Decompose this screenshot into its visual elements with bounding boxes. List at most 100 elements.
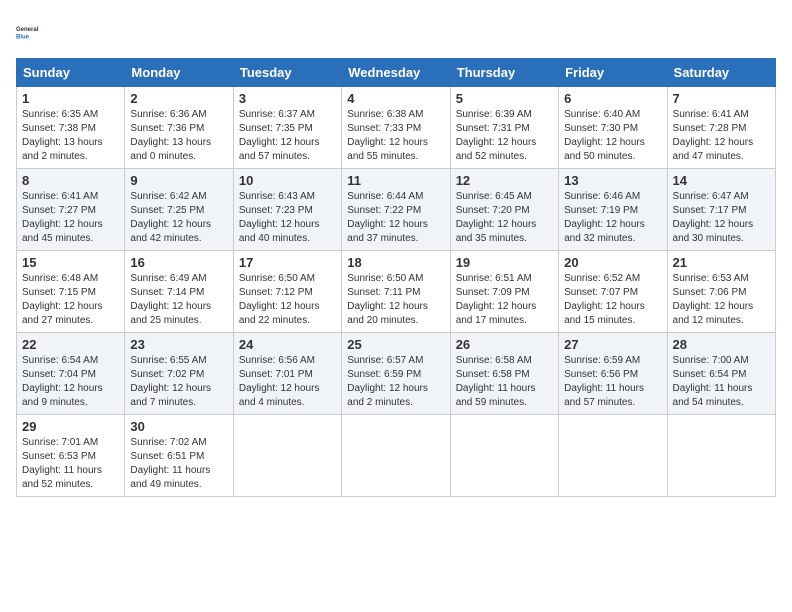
calendar-cell: 19 Sunrise: 6:51 AM Sunset: 7:09 PM Dayl… [450,251,558,333]
day-number: 4 [347,91,444,106]
day-number: 24 [239,337,336,352]
day-number: 25 [347,337,444,352]
calendar-cell: 11 Sunrise: 6:44 AM Sunset: 7:22 PM Dayl… [342,169,450,251]
day-info: Sunrise: 6:52 AM Sunset: 7:07 PM Dayligh… [564,273,645,326]
week-row-2: 8 Sunrise: 6:41 AM Sunset: 7:27 PM Dayli… [17,169,776,251]
day-number: 19 [456,255,553,270]
day-info: Sunrise: 6:50 AM Sunset: 7:11 PM Dayligh… [347,273,428,326]
logo-icon: GeneralBlue [16,16,48,48]
calendar-cell: 15 Sunrise: 6:48 AM Sunset: 7:15 PM Dayl… [17,251,125,333]
day-info: Sunrise: 6:37 AM Sunset: 7:35 PM Dayligh… [239,109,320,162]
calendar-cell: 5 Sunrise: 6:39 AM Sunset: 7:31 PM Dayli… [450,87,558,169]
week-row-1: 1 Sunrise: 6:35 AM Sunset: 7:38 PM Dayli… [17,87,776,169]
day-number: 9 [130,173,227,188]
calendar-cell: 7 Sunrise: 6:41 AM Sunset: 7:28 PM Dayli… [667,87,775,169]
calendar-cell: 27 Sunrise: 6:59 AM Sunset: 6:56 PM Dayl… [559,333,667,415]
calendar-cell: 21 Sunrise: 6:53 AM Sunset: 7:06 PM Dayl… [667,251,775,333]
day-info: Sunrise: 6:40 AM Sunset: 7:30 PM Dayligh… [564,109,645,162]
day-number: 20 [564,255,661,270]
calendar-cell [342,415,450,497]
calendar-cell: 28 Sunrise: 7:00 AM Sunset: 6:54 PM Dayl… [667,333,775,415]
calendar-cell: 23 Sunrise: 6:55 AM Sunset: 7:02 PM Dayl… [125,333,233,415]
day-info: Sunrise: 7:02 AM Sunset: 6:51 PM Dayligh… [130,437,210,490]
calendar-cell: 20 Sunrise: 6:52 AM Sunset: 7:07 PM Dayl… [559,251,667,333]
day-number: 14 [673,173,770,188]
day-number: 8 [22,173,119,188]
calendar-cell: 29 Sunrise: 7:01 AM Sunset: 6:53 PM Dayl… [17,415,125,497]
day-info: Sunrise: 6:43 AM Sunset: 7:23 PM Dayligh… [239,191,320,244]
day-number: 11 [347,173,444,188]
day-number: 18 [347,255,444,270]
day-info: Sunrise: 6:44 AM Sunset: 7:22 PM Dayligh… [347,191,428,244]
day-info: Sunrise: 6:59 AM Sunset: 6:56 PM Dayligh… [564,355,644,408]
day-number: 12 [456,173,553,188]
calendar-cell: 13 Sunrise: 6:46 AM Sunset: 7:19 PM Dayl… [559,169,667,251]
column-header-tuesday: Tuesday [233,59,341,87]
column-header-monday: Monday [125,59,233,87]
day-info: Sunrise: 6:45 AM Sunset: 7:20 PM Dayligh… [456,191,537,244]
day-number: 7 [673,91,770,106]
calendar-cell: 18 Sunrise: 6:50 AM Sunset: 7:11 PM Dayl… [342,251,450,333]
day-info: Sunrise: 6:57 AM Sunset: 6:59 PM Dayligh… [347,355,428,408]
calendar-cell: 26 Sunrise: 6:58 AM Sunset: 6:58 PM Dayl… [450,333,558,415]
day-info: Sunrise: 6:55 AM Sunset: 7:02 PM Dayligh… [130,355,211,408]
day-info: Sunrise: 6:36 AM Sunset: 7:36 PM Dayligh… [130,109,211,162]
calendar-cell: 4 Sunrise: 6:38 AM Sunset: 7:33 PM Dayli… [342,87,450,169]
day-info: Sunrise: 6:47 AM Sunset: 7:17 PM Dayligh… [673,191,754,244]
day-info: Sunrise: 7:01 AM Sunset: 6:53 PM Dayligh… [22,437,102,490]
calendar-cell [667,415,775,497]
calendar-cell: 25 Sunrise: 6:57 AM Sunset: 6:59 PM Dayl… [342,333,450,415]
calendar-cell: 24 Sunrise: 6:56 AM Sunset: 7:01 PM Dayl… [233,333,341,415]
day-number: 10 [239,173,336,188]
day-info: Sunrise: 6:46 AM Sunset: 7:19 PM Dayligh… [564,191,645,244]
calendar-table: SundayMondayTuesdayWednesdayThursdayFrid… [16,58,776,497]
day-info: Sunrise: 6:39 AM Sunset: 7:31 PM Dayligh… [456,109,537,162]
calendar-cell: 10 Sunrise: 6:43 AM Sunset: 7:23 PM Dayl… [233,169,341,251]
calendar-cell: 9 Sunrise: 6:42 AM Sunset: 7:25 PM Dayli… [125,169,233,251]
day-info: Sunrise: 6:58 AM Sunset: 6:58 PM Dayligh… [456,355,536,408]
day-number: 13 [564,173,661,188]
calendar-cell [233,415,341,497]
calendar-cell: 22 Sunrise: 6:54 AM Sunset: 7:04 PM Dayl… [17,333,125,415]
logo: GeneralBlue [16,16,48,48]
calendar-cell: 8 Sunrise: 6:41 AM Sunset: 7:27 PM Dayli… [17,169,125,251]
day-info: Sunrise: 6:50 AM Sunset: 7:12 PM Dayligh… [239,273,320,326]
day-info: Sunrise: 6:53 AM Sunset: 7:06 PM Dayligh… [673,273,754,326]
day-number: 27 [564,337,661,352]
column-header-wednesday: Wednesday [342,59,450,87]
header: GeneralBlue [16,16,776,48]
calendar-cell: 6 Sunrise: 6:40 AM Sunset: 7:30 PM Dayli… [559,87,667,169]
day-number: 15 [22,255,119,270]
day-info: Sunrise: 6:49 AM Sunset: 7:14 PM Dayligh… [130,273,211,326]
day-info: Sunrise: 6:56 AM Sunset: 7:01 PM Dayligh… [239,355,320,408]
day-number: 23 [130,337,227,352]
day-number: 28 [673,337,770,352]
day-number: 5 [456,91,553,106]
day-info: Sunrise: 6:51 AM Sunset: 7:09 PM Dayligh… [456,273,537,326]
week-row-3: 15 Sunrise: 6:48 AM Sunset: 7:15 PM Dayl… [17,251,776,333]
day-info: Sunrise: 6:48 AM Sunset: 7:15 PM Dayligh… [22,273,103,326]
day-info: Sunrise: 7:00 AM Sunset: 6:54 PM Dayligh… [673,355,753,408]
day-number: 26 [456,337,553,352]
day-number: 29 [22,419,119,434]
column-header-sunday: Sunday [17,59,125,87]
day-info: Sunrise: 6:54 AM Sunset: 7:04 PM Dayligh… [22,355,103,408]
day-number: 2 [130,91,227,106]
calendar-cell: 14 Sunrise: 6:47 AM Sunset: 7:17 PM Dayl… [667,169,775,251]
svg-text:Blue: Blue [16,34,30,40]
day-info: Sunrise: 6:41 AM Sunset: 7:27 PM Dayligh… [22,191,103,244]
day-info: Sunrise: 6:41 AM Sunset: 7:28 PM Dayligh… [673,109,754,162]
calendar-cell [559,415,667,497]
calendar-cell: 12 Sunrise: 6:45 AM Sunset: 7:20 PM Dayl… [450,169,558,251]
day-number: 16 [130,255,227,270]
header-row: SundayMondayTuesdayWednesdayThursdayFrid… [17,59,776,87]
day-number: 1 [22,91,119,106]
column-header-thursday: Thursday [450,59,558,87]
calendar-cell [450,415,558,497]
day-info: Sunrise: 6:38 AM Sunset: 7:33 PM Dayligh… [347,109,428,162]
calendar-cell: 2 Sunrise: 6:36 AM Sunset: 7:36 PM Dayli… [125,87,233,169]
day-number: 17 [239,255,336,270]
day-number: 3 [239,91,336,106]
calendar-cell: 30 Sunrise: 7:02 AM Sunset: 6:51 PM Dayl… [125,415,233,497]
day-number: 6 [564,91,661,106]
